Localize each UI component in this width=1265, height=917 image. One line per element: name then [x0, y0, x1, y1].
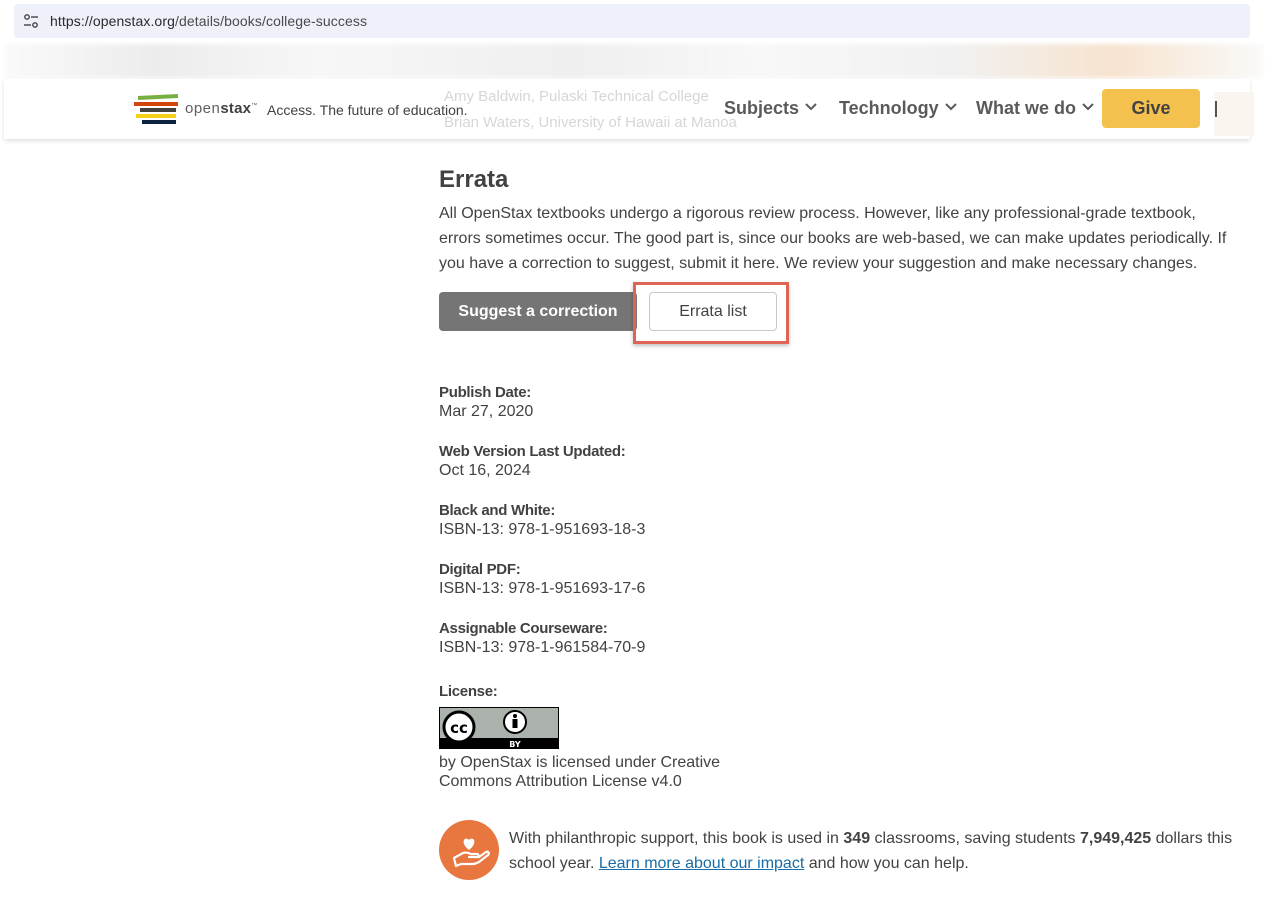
tagline: Access. The future of education.	[267, 102, 468, 118]
license-section: License: cc BY by OpenStax is licensed u…	[439, 682, 739, 791]
license-label: License:	[439, 683, 498, 700]
url-text[interactable]: https://openstax.org/details/books/colle…	[50, 13, 367, 29]
errata-list-button[interactable]: Errata list	[649, 292, 777, 331]
errata-buttons: Suggest a correction Errata list	[439, 282, 1239, 352]
give-button[interactable]: Give	[1102, 89, 1200, 128]
chevron-down-icon	[1082, 102, 1094, 110]
nav-what-we-do[interactable]: What we do	[976, 98, 1094, 119]
url-path: /details/books/college-success	[174, 13, 368, 29]
ghost-author-line-1: Amy Baldwin, Pulaski Technical College	[444, 88, 709, 105]
errata-description: All OpenStax textbooks undergo a rigorou…	[439, 205, 1227, 272]
book-details: Publish Date: Mar 27, 2020 Web Version L…	[439, 383, 645, 678]
site-settings-icon[interactable]	[22, 12, 40, 30]
header-edge-divider	[1215, 101, 1217, 117]
suggest-correction-button[interactable]: Suggest a correction	[439, 292, 637, 331]
detail-publish-date: Publish Date: Mar 27, 2020	[439, 384, 534, 420]
url-host: https://openstax.org	[50, 13, 175, 29]
errata-title: Errata	[439, 166, 509, 193]
chevron-down-icon	[944, 102, 957, 110]
openstax-logo-icon[interactable]	[134, 93, 182, 125]
cc-by-badge-icon[interactable]: cc BY	[439, 707, 559, 749]
detail-courseware-isbn: Assignable Courseware: ISBN-13: 978-1-96…	[439, 620, 646, 656]
ghost-author-line-2: Brian Waters, University of Hawaii at Ma…	[444, 114, 737, 131]
detail-black-white-isbn: Black and White: ISBN-13: 978-1-951693-1…	[439, 502, 646, 538]
license-text: by OpenStax is licensed under Creative C…	[439, 754, 721, 790]
brand-name[interactable]: openstax™	[185, 100, 258, 117]
blurred-banner	[4, 44, 1264, 78]
heart-hand-icon	[439, 820, 499, 880]
detail-digital-pdf-isbn: Digital PDF: ISBN-13: 978-1-951693-17-6	[439, 561, 646, 597]
site-header: Amy Baldwin, Pulaski Technical College B…	[4, 79, 1254, 139]
impact-link[interactable]: Learn more about our impact	[599, 855, 804, 872]
header-edge-item[interactable]	[1214, 92, 1254, 136]
impact-text: With philanthropic support, this book is…	[509, 830, 1233, 872]
nav-subjects[interactable]: Subjects	[724, 98, 817, 119]
by-text: BY	[509, 740, 521, 749]
detail-last-updated: Web Version Last Updated: Oct 16, 2024	[439, 443, 626, 479]
savings-amount: 7,949,425	[1079, 830, 1152, 847]
address-bar[interactable]: https://openstax.org/details/books/colle…	[14, 4, 1250, 38]
classroom-count: 349	[843, 830, 871, 847]
errata-section: Errata All OpenStax textbooks undergo a …	[439, 166, 1239, 352]
cc-text: cc	[450, 719, 468, 737]
chevron-down-icon	[805, 102, 817, 110]
nav-technology[interactable]: Technology	[839, 98, 957, 119]
